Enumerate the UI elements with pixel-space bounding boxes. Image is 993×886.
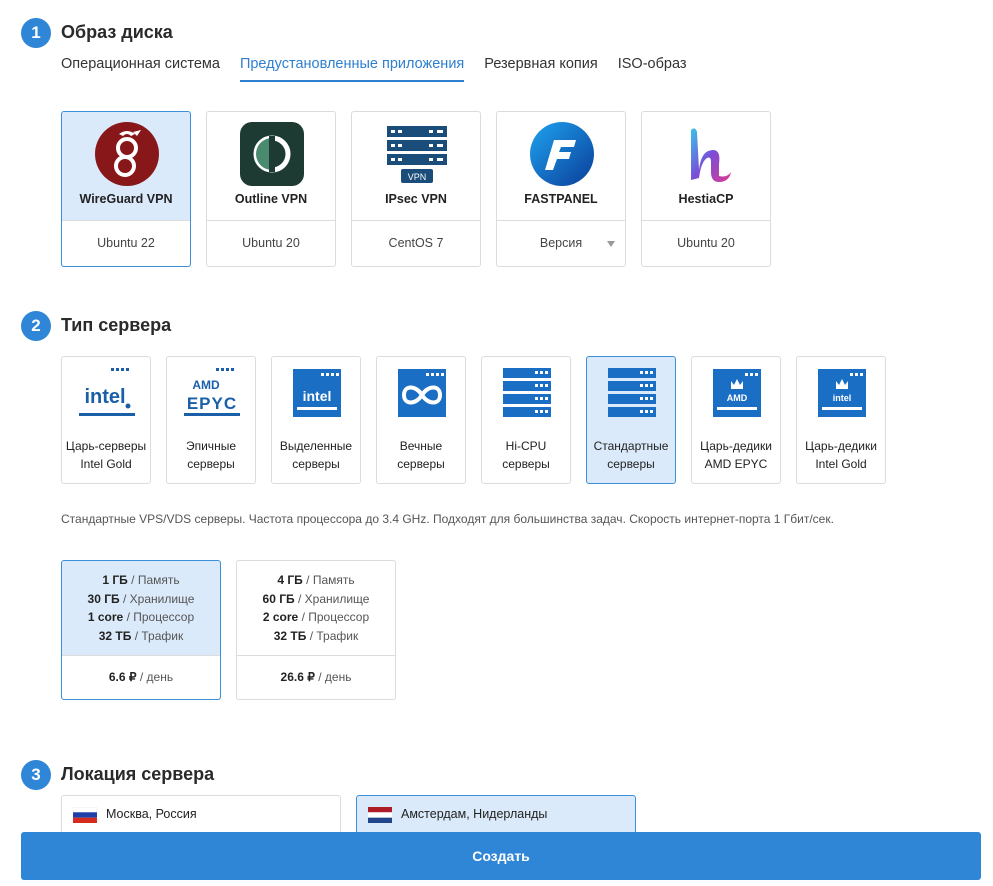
server-type-label: Эпичные серверы <box>185 439 236 471</box>
amd-crown-icon: AMD <box>713 369 761 417</box>
netherlands-flag-icon <box>368 807 392 823</box>
app-card-ipsec[interactable]: VPN IPsec VPN CentOS 7 <box>351 111 481 267</box>
step-number-1: 1 <box>21 18 51 48</box>
step-number-2: 2 <box>21 311 51 341</box>
step-number-3: 3 <box>21 760 51 790</box>
tab-preinstalled-apps[interactable]: Предустановленные приложения <box>239 52 465 82</box>
server-type-label: Царь-дедики Intel Gold <box>805 439 877 471</box>
server-rack-icon <box>503 368 551 417</box>
app-name: IPsec VPN <box>385 192 447 206</box>
amd-logo-text: AMD <box>727 393 748 403</box>
app-name: HestiaCP <box>678 192 734 206</box>
create-button[interactable]: Создать <box>21 832 981 880</box>
amd-epyc-icon: AMD EPYC <box>184 368 240 416</box>
epyc-logo-text: EPYC <box>187 394 237 413</box>
wireguard-icon <box>95 122 159 186</box>
server-type-card-epyc[interactable]: AMD EPYC Эпичные серверы <box>166 356 256 484</box>
server-rack-icon <box>608 368 656 417</box>
infinity-icon <box>398 369 446 417</box>
intel-logo-text: intel <box>84 386 125 408</box>
plan-specs: 1 ГБ / Память 30 ГБ / Хранилище 1 core /… <box>87 573 195 643</box>
app-version: Ubuntu 22 <box>97 236 155 250</box>
server-type-card-hi-cpu[interactable]: Hi-CPU серверы <box>481 356 571 484</box>
app-name: Outline VPN <box>234 192 308 206</box>
intel-logo-text: intel <box>833 393 852 403</box>
server-type-card-tsar-intel[interactable]: intel Царь-дедики Intel Gold <box>796 356 886 484</box>
section-title-location: Локация сервера <box>61 764 215 784</box>
server-type-card-tsar-amd[interactable]: AMD Царь-дедики AMD EPYC <box>691 356 781 484</box>
server-type-card-dedicated[interactable]: intel Выделенные серверы <box>271 356 361 484</box>
location-card-moscow[interactable]: Москва, Россия <box>61 795 341 835</box>
ipsec-server-icon: VPN <box>387 126 447 183</box>
chevron-down-icon <box>607 241 615 247</box>
server-type-label: Выделенные серверы <box>279 439 353 471</box>
location-card-amsterdam[interactable]: Амстердам, Нидерланды <box>356 795 636 835</box>
server-type-label: Вечные серверы <box>397 439 445 471</box>
app-card-outline[interactable]: Outline VPN Ubuntu 20 <box>206 111 336 267</box>
server-type-card-intel-gold[interactable]: intel Царь-серверы Intel Gold <box>61 356 151 484</box>
section-title-server-type: Тип сервера <box>61 315 172 335</box>
intel-logo-text: intel <box>303 388 332 404</box>
intel-chip-icon: intel <box>293 369 341 417</box>
tab-backup[interactable]: Резервная копия <box>484 52 597 82</box>
server-type-label: Hi-CPU серверы <box>502 439 550 471</box>
russia-flag-icon <box>73 807 97 823</box>
plan-card-2[interactable]: 4 ГБ / Память 60 ГБ / Хранилище 2 core /… <box>236 560 396 700</box>
amd-logo-text: AMD <box>192 378 220 392</box>
outline-icon <box>240 122 304 186</box>
server-type-card-standard[interactable]: Стандартные серверы <box>586 356 676 484</box>
app-card-hestiacp[interactable]: HestiaCP Ubuntu 20 <box>641 111 771 267</box>
vpn-badge-text: VPN <box>408 172 427 182</box>
intel-crown-icon: intel <box>818 369 866 417</box>
intel-gold-icon: intel <box>79 368 135 416</box>
app-version: Ubuntu 20 <box>242 236 300 250</box>
plan-price: 6.6 ₽ / день <box>108 670 174 684</box>
app-card-wireguard[interactable]: WireGuard VPN Ubuntu 22 <box>61 111 191 267</box>
server-type-label: Стандартные серверы <box>593 439 669 471</box>
fastpanel-icon <box>530 122 594 186</box>
app-name: FASTPANEL <box>524 192 598 206</box>
app-version: CentOS 7 <box>388 236 444 250</box>
plan-specs: 4 ГБ / Память 60 ГБ / Хранилище 2 core /… <box>262 573 370 643</box>
server-type-label: Царь-дедики AMD EPYC <box>700 439 772 471</box>
version-select-value: Версия <box>539 236 583 250</box>
tab-iso-image[interactable]: ISO-образ <box>618 52 687 82</box>
server-type-card-eternal[interactable]: Вечные серверы <box>376 356 466 484</box>
image-tabs: Операционная система Предустановленные п… <box>61 52 687 82</box>
plan-price: 26.6 ₽ / день <box>280 670 352 684</box>
location-name: Амстердам, Нидерланды <box>401 807 548 821</box>
section-title-image: Образ диска <box>61 22 173 42</box>
app-card-fastpanel[interactable]: FASTPANEL Версия <box>496 111 626 267</box>
tab-operating-system[interactable]: Операционная система <box>61 52 220 82</box>
app-name: WireGuard VPN <box>79 192 173 206</box>
app-version: Ubuntu 20 <box>677 236 735 250</box>
plan-card-1[interactable]: 1 ГБ / Память 30 ГБ / Хранилище 1 core /… <box>61 560 221 700</box>
hestiacp-icon <box>691 128 731 182</box>
server-type-description: Стандартные VPS/VDS серверы. Частота про… <box>61 512 834 526</box>
server-type-label: Царь-серверы Intel Gold <box>65 439 147 471</box>
location-name: Москва, Россия <box>106 807 197 821</box>
